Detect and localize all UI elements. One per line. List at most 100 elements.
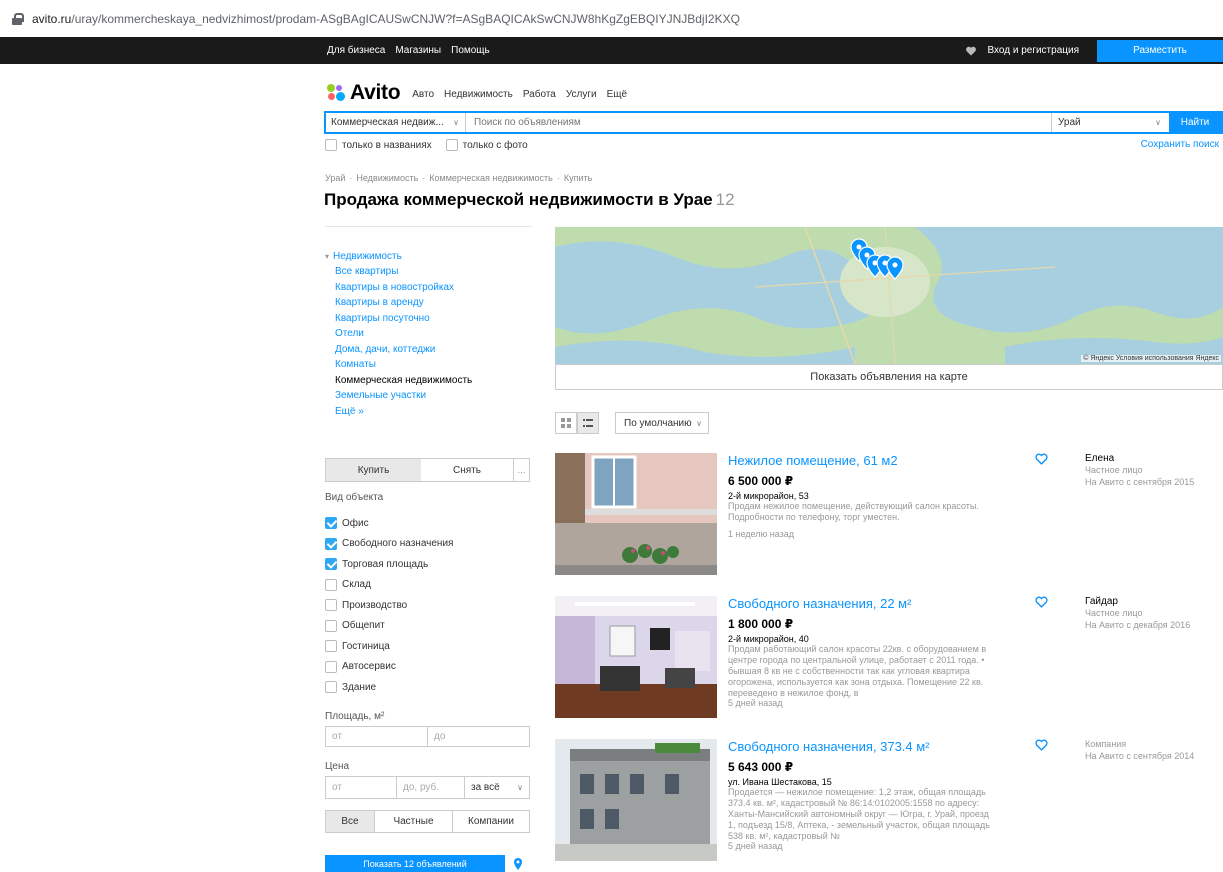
object-type-car-service-checkbox[interactable]: Автосервис (325, 657, 453, 678)
listing-price: 1 800 000 ₽ (728, 617, 794, 631)
object-type-office-checkbox[interactable]: Офис (325, 513, 453, 534)
search-button[interactable]: Найти (1169, 113, 1221, 132)
breadcrumb-item[interactable]: Коммерческая недвижимость (429, 173, 553, 183)
listing-title[interactable]: Свободного назначения, 22 м² (728, 596, 911, 611)
chevron-down-icon: ∨ (453, 118, 459, 127)
owner-type-tabs: Все Частные Компании (325, 810, 530, 833)
city-select[interactable]: Урай ∨ (1051, 113, 1169, 132)
category-root[interactable]: ▾ Недвижимость (325, 249, 472, 264)
category-item[interactable]: Земельные участки (325, 388, 472, 404)
search-input[interactable] (466, 113, 1051, 132)
price-to-input[interactable]: до, руб. (396, 777, 464, 798)
listing-description: Продается — нежилое помещение: 1,2 этаж,… (728, 787, 990, 841)
map-pin-icon[interactable] (513, 858, 523, 870)
price-from-input[interactable]: от (326, 777, 396, 798)
area-inputs: от до (325, 726, 530, 747)
listing-description: Продам работающий салон красоты 22кв. с … (728, 644, 987, 698)
nav-shops[interactable]: Магазины (395, 45, 441, 56)
price-unit-select[interactable]: за всё ∨ (464, 777, 529, 798)
tab-private[interactable]: Частные (374, 811, 452, 832)
tab-more[interactable]: ... (513, 459, 529, 481)
nav-realty[interactable]: Недвижимость (444, 89, 513, 100)
url-text[interactable]: avito.ru/uray/kommercheskaya_nedvizhimos… (32, 12, 740, 26)
nav-auto[interactable]: Авто (412, 89, 434, 100)
sort-select[interactable]: По умолчанию ∨ (615, 412, 709, 434)
object-type-catering-checkbox[interactable]: Общепит (325, 616, 453, 637)
tab-buy[interactable]: Купить (326, 459, 421, 481)
object-type-warehouse-checkbox[interactable]: Склад (325, 575, 453, 596)
price-inputs: от до, руб. за всё ∨ (325, 776, 530, 799)
breadcrumb-item[interactable]: Недвижимость (356, 173, 418, 183)
login-link[interactable]: Вход и регистрация (987, 45, 1079, 56)
listing-photo[interactable] (555, 739, 717, 861)
seller-since: На Авито с сентября 2015 (1085, 477, 1195, 487)
nav-help[interactable]: Помощь (451, 45, 490, 56)
search-options: только в названиях только с фото (325, 139, 528, 151)
listing-price: 5 643 000 ₽ (728, 760, 794, 774)
nav-jobs[interactable]: Работа (523, 89, 556, 100)
favorite-heart-icon[interactable] (1035, 596, 1048, 608)
grid-view-button[interactable] (555, 412, 577, 434)
browser-address-bar[interactable]: avito.ru/uray/kommercheskaya_nedvizhimos… (0, 0, 1223, 37)
map-preview[interactable]: © Яндекс Условия использования Яндекс (555, 227, 1223, 364)
tab-rent[interactable]: Снять (421, 459, 513, 481)
seller-type: Частное лицо (1085, 608, 1143, 618)
area-label: Площадь, м² (325, 711, 385, 722)
tab-companies[interactable]: Компании (452, 811, 529, 832)
show-results-button[interactable]: Показать 12 объявлений (325, 855, 505, 872)
listing-address: ул. Ивана Шестакова, 15 (728, 777, 832, 787)
nav-more[interactable]: Ещё (607, 89, 627, 100)
breadcrumb-item[interactable]: Урай (325, 173, 345, 183)
category-item[interactable]: Квартиры в новостройках (325, 280, 472, 296)
category-item[interactable]: Квартиры в аренду (325, 295, 472, 311)
listing-photo[interactable] (555, 453, 717, 575)
avito-logo-text[interactable]: Avito (350, 81, 401, 105)
view-controls: По умолчанию ∨ (555, 412, 709, 434)
page-title: Продажа коммерческой недвижимости в Урае… (324, 190, 735, 209)
breadcrumb: Урай · Недвижимость · Коммерческая недвижи… (325, 173, 593, 183)
category-item[interactable]: Дома, дачи, коттеджи (325, 342, 472, 358)
listing-address: 2-й микрорайон, 40 (728, 634, 809, 644)
listing-date: 1 неделю назад (728, 529, 795, 539)
favorites-heart-icon[interactable] (965, 46, 977, 56)
category-item[interactable]: Комнаты (325, 357, 472, 373)
breadcrumb-item[interactable]: Купить (564, 173, 592, 183)
price-label: Цена (325, 761, 350, 772)
save-search-link[interactable]: Сохранить поиск (1141, 139, 1219, 150)
area-from-input[interactable]: от (326, 727, 427, 746)
listing-date: 5 дней назад (728, 698, 783, 708)
object-type-free-purpose-checkbox[interactable]: Свободного назначения (325, 534, 453, 555)
search-category-select[interactable]: Коммерческая недвиж... ∨ (326, 113, 466, 132)
nav-services[interactable]: Услуги (566, 89, 597, 100)
listing-title[interactable]: Свободного назначения, 373.4 м² (728, 739, 930, 754)
object-type-production-checkbox[interactable]: Производство (325, 595, 453, 616)
category-more-link[interactable]: Ещё » (325, 404, 472, 420)
favorite-heart-icon[interactable] (1035, 739, 1048, 751)
object-type-retail-checkbox[interactable]: Торговая площадь (325, 554, 453, 575)
post-ad-button[interactable]: Разместить объявление (1097, 39, 1223, 78)
lock-icon (12, 12, 24, 25)
seller-name[interactable]: Гайдар (1085, 596, 1118, 607)
map-markers (850, 238, 904, 280)
list-view-button[interactable] (577, 412, 599, 434)
object-type-list: Офис Свободного назначения Торговая площ… (325, 513, 453, 698)
seller-name[interactable]: Елена (1085, 453, 1114, 464)
category-item[interactable]: Квартиры посуточно (325, 311, 472, 327)
category-item[interactable]: Отели (325, 326, 472, 342)
listing-title[interactable]: Нежилое помещение, 61 м2 (728, 453, 898, 468)
only-photo-checkbox[interactable]: только с фото (445, 139, 528, 151)
avito-logo-icon[interactable] (327, 84, 345, 102)
listing-photo[interactable] (555, 596, 717, 718)
grid-icon (561, 418, 571, 428)
category-nav: Авто Недвижимость Работа Услуги Ещё (412, 89, 627, 100)
favorite-heart-icon[interactable] (1035, 453, 1048, 465)
tab-all[interactable]: Все (326, 811, 374, 832)
only-titles-checkbox[interactable]: только в названиях (325, 139, 432, 151)
seller-since: На Авито с декабря 2016 (1085, 620, 1191, 630)
object-type-building-checkbox[interactable]: Здание (325, 677, 453, 698)
show-on-map-button[interactable]: Показать объявления на карте (555, 364, 1223, 390)
area-to-input[interactable]: до (427, 727, 529, 746)
nav-for-business[interactable]: Для бизнеса (327, 45, 385, 56)
category-item[interactable]: Все квартиры (325, 264, 472, 280)
object-type-hotel-checkbox[interactable]: Гостиница (325, 636, 453, 657)
